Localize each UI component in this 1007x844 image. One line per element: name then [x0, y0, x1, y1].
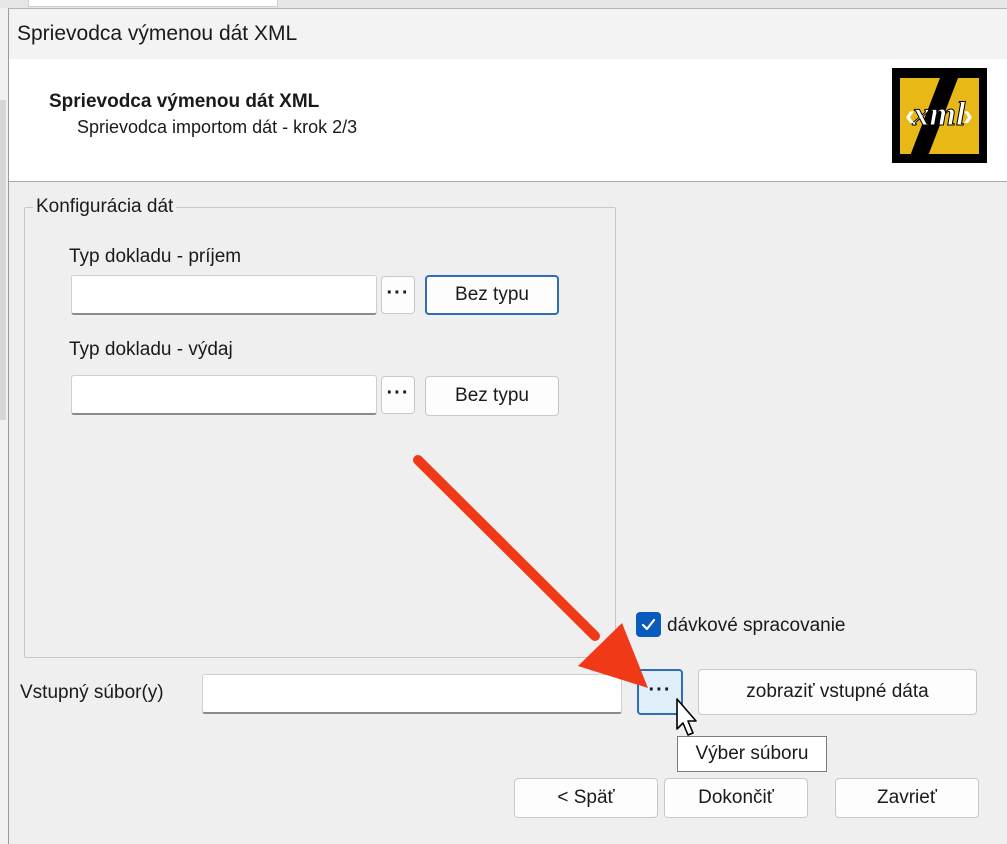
window-title: Sprievodca výmenou dát XML: [17, 22, 298, 45]
income-no-type-button[interactable]: Bez typu: [425, 275, 559, 315]
finish-button[interactable]: Dokončiť: [664, 778, 808, 818]
wizard-title: Sprievodca výmenou dát XML: [49, 91, 320, 112]
input-file-field[interactable]: [202, 674, 622, 714]
svg-text:‹: ‹: [905, 99, 915, 132]
back-button[interactable]: < Späť: [514, 778, 658, 818]
income-doc-type-browse-button[interactable]: ···: [381, 276, 415, 314]
wizard-header: Sprievodca výmenou dát XML Sprievodca im…: [9, 59, 1007, 182]
expense-doc-type-input[interactable]: [71, 375, 377, 415]
input-file-label: Vstupný súbor(y): [20, 682, 164, 703]
file-select-tooltip: Výber súboru: [677, 736, 827, 772]
expense-doc-type-browse-button[interactable]: ···: [381, 376, 415, 414]
title-bar[interactable]: Sprievodca výmenou dát XML: [9, 9, 1007, 59]
background-app-edge: [0, 100, 6, 420]
show-input-data-button[interactable]: zobraziť vstupné dáta: [698, 669, 977, 715]
expense-no-type-button[interactable]: Bez typu: [425, 376, 559, 416]
svg-text:›: ›: [963, 99, 973, 132]
batch-processing-label[interactable]: dávkové spracovanie: [667, 615, 846, 637]
mouse-pointer-icon: [676, 698, 697, 736]
wizard-step-subtitle: Sprievodca importom dát - krok 2/3: [77, 117, 358, 137]
income-doc-type-input[interactable]: [71, 275, 377, 315]
xml-wizard-window: Sprievodca výmenou dát XML Sprievodca vý…: [8, 8, 1007, 844]
svg-text:xml: xml: [912, 96, 966, 133]
expense-doc-type-label: Typ dokladu - výdaj: [69, 339, 233, 360]
batch-processing-checkbox[interactable]: [636, 612, 661, 637]
checkmark-icon: [641, 618, 656, 631]
background-app-tab: [28, 0, 278, 7]
xml-logo-icon: xml ‹ ›: [892, 68, 987, 163]
income-doc-type-label: Typ dokladu - príjem: [69, 246, 242, 267]
close-button[interactable]: Zavrieť: [835, 778, 979, 818]
data-config-legend: Konfigurácia dát: [33, 196, 177, 218]
